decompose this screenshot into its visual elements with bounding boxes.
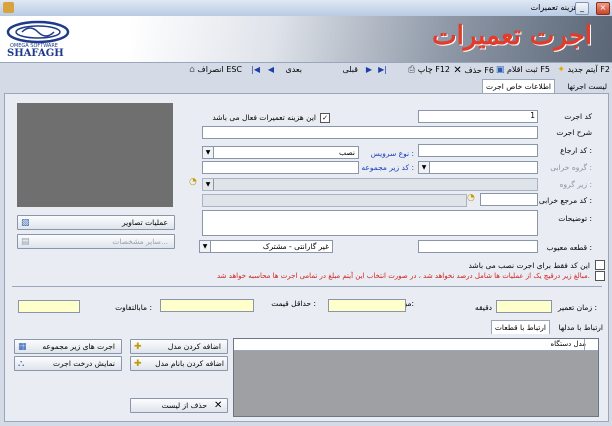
chevron-down-icon: ▼	[203, 179, 214, 190]
window-title: هزینه تعمیرات	[530, 3, 578, 12]
minute-label: دقیقه	[474, 303, 492, 312]
close-icon: ✕	[214, 400, 223, 411]
ref-code-input[interactable]	[418, 144, 538, 157]
chevron-down-icon: ▼	[419, 162, 430, 173]
next-label[interactable]: بعدی	[285, 65, 302, 77]
picture-icon: ▧	[21, 218, 30, 228]
difference-label: مابالتفاوت :	[115, 303, 152, 312]
new-icon: ✦	[557, 65, 565, 75]
code-label: کد اجرت	[564, 112, 592, 121]
service-type-select[interactable]: ▼ نصب	[202, 146, 359, 159]
fault-ref-display	[202, 194, 467, 207]
models-grid[interactable]: مدل دستگاه	[233, 338, 599, 417]
fault-ref-input[interactable]	[480, 193, 538, 206]
prev-record-button[interactable]: ◀	[268, 65, 274, 77]
print-button[interactable]: ⎙ چاپ F12	[408, 65, 450, 77]
description-label: شرح اجرت	[556, 128, 592, 137]
add-icon: ✚	[134, 342, 142, 352]
fault-group-label: گروه خرابی :	[550, 163, 592, 172]
chevron-down-icon: ▼	[200, 241, 211, 252]
defective-part-input[interactable]	[418, 240, 538, 253]
show-tree-button[interactable]: ⛬ نمایش درخت اجرت	[14, 356, 122, 371]
remove-from-list-button[interactable]: ✕ حذف از لیست	[130, 398, 228, 413]
difference-input[interactable]	[18, 300, 80, 313]
tab-parts[interactable]: ارتباط با قطعات	[490, 320, 550, 334]
first-record-button[interactable]: |◀	[251, 65, 260, 77]
banner-title: اجرت تعمیرات	[432, 21, 592, 51]
company-logo: OMEGA SOFTWARE SHAFAGH	[4, 19, 76, 61]
sub-items-button[interactable]: ▦ اجرت های زیر مجموعه	[14, 339, 122, 354]
minimize-button[interactable]: _	[575, 2, 589, 15]
header-banner: اجرت تعمیرات	[0, 16, 612, 63]
fault-group-select[interactable]: ▼	[418, 161, 538, 174]
print-icon: ⎙	[408, 65, 416, 75]
save-icon: ▣	[495, 65, 505, 75]
min-price-label: حداقل قیمت :	[271, 299, 316, 308]
subgroup-label: زیر گروه :	[559, 180, 592, 189]
add-icon: ✚	[134, 359, 142, 369]
home-icon: ⌂	[189, 65, 195, 75]
amount-input[interactable]	[328, 299, 406, 312]
close-button[interactable]: ×	[596, 2, 610, 15]
subgroup-select[interactable]: ▼	[202, 178, 538, 191]
subset-code-input[interactable]	[202, 161, 359, 174]
apply-all-note: مبالغ زیر درقیچ یک از عملیات ها شامل درص…	[217, 272, 590, 280]
tab-models[interactable]: ارتباط با مدلها	[556, 321, 606, 334]
tab-info[interactable]: اطلاعات خاص اجرت	[481, 79, 555, 93]
service-type-label: نوع سرویس :	[370, 149, 414, 158]
lookup-icon[interactable]: ◔	[189, 177, 200, 187]
active-check-label: این هزینه تعمیرات فعال می باشد	[212, 113, 316, 122]
ref-code-label: کد ارجاع :	[560, 146, 592, 155]
apply-all-checkbox[interactable]	[595, 271, 605, 281]
delete-button[interactable]: ✕ حذف F6	[453, 65, 494, 77]
other-specs-button[interactable]: ▤ سایر مشخصات...	[17, 234, 175, 249]
title-bar: هزینه تعمیرات _ □ ×	[0, 0, 612, 17]
app-icon	[3, 2, 14, 13]
new-item-button[interactable]: ✦ آیتم جدید F2	[557, 65, 610, 77]
warranty-select[interactable]: ▼ غیر گارانتی - مشترک	[199, 240, 333, 253]
list-icon: ▤	[21, 237, 30, 247]
save-button[interactable]: ▣ ثبت اقلام F5	[496, 65, 550, 77]
divider	[12, 286, 602, 287]
delete-icon: ✕	[453, 65, 462, 76]
install-only-label: این کد فقط برای اجرت نصب می باشد	[468, 261, 591, 270]
logo-brand: SHAFAGH	[7, 48, 64, 59]
min-price-input[interactable]	[160, 299, 254, 312]
grid-column-header[interactable]: مدل دستگاه	[551, 340, 587, 348]
tab-list[interactable]: لیست اجرتها	[564, 80, 610, 93]
add-model-button[interactable]: ✚ اضافه کردن مدل	[130, 339, 228, 354]
defective-part-label: قطعه معیوب :	[546, 243, 592, 252]
code-input[interactable]: 1	[418, 110, 538, 123]
grid-column-separator	[584, 339, 585, 350]
toolbar: ✦ آیتم جدید F2 ▣ ثبت اقلام F5 ✕ حذف F6 ⎙…	[0, 63, 612, 78]
cancel-button[interactable]: ⌂ انصراف ESC	[189, 65, 242, 77]
chevron-down-icon: ▼	[203, 147, 214, 158]
image-preview	[17, 103, 173, 207]
hierarchy-icon: ⛬	[18, 359, 25, 369]
tree-icon: ▦	[18, 342, 27, 352]
repair-time-label: زمان تعمیر :	[557, 303, 597, 312]
subset-code-label: کد زیر مجموعه :	[361, 163, 414, 172]
image-operations-button[interactable]: ▧ عملیات تصاویر	[17, 215, 175, 230]
install-only-checkbox[interactable]	[595, 260, 605, 270]
fault-ref-lookup-icon[interactable]: ◔	[467, 193, 478, 204]
description-input[interactable]	[202, 126, 538, 139]
active-checkbox[interactable]: ✓	[320, 113, 330, 123]
add-model-by-name-button[interactable]: ✚ اضافه کردن بانام مدل	[130, 356, 228, 371]
next-record-button[interactable]: ▶	[366, 65, 372, 77]
prev-label[interactable]: قبلی	[342, 65, 358, 77]
notes-input[interactable]	[202, 210, 538, 236]
repair-time-input[interactable]	[496, 300, 552, 313]
notes-label: توضیحات :	[558, 214, 592, 223]
last-record-button[interactable]: ▶|	[378, 65, 387, 77]
fault-ref-label: کد مرجع خرابی :	[538, 196, 592, 205]
grid-header	[234, 339, 598, 351]
